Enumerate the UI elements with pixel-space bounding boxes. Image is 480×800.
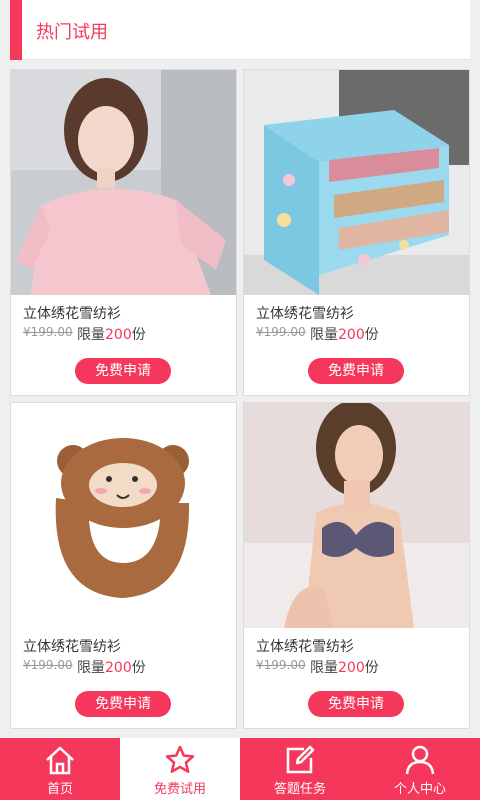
limit-text: 限量200份 — [310, 657, 379, 677]
product-name[interactable]: 立体绣花雪纺衫 — [23, 636, 121, 656]
limit-prefix: 限量 — [77, 660, 105, 676]
limit-text: 限量200份 — [77, 657, 146, 677]
tab-label: 首页 — [46, 782, 73, 797]
person-icon — [405, 745, 435, 775]
page-title: 热门试用 — [36, 22, 108, 43]
star-icon — [165, 745, 195, 773]
tab-quiz-tasks[interactable]: 答题任务 — [240, 738, 360, 800]
product-card[interactable]: 立体绣花雪纺衫 ¥199.00 限量200份 免费申请 — [10, 69, 237, 396]
product-name[interactable]: 立体绣花雪纺衫 — [23, 303, 121, 323]
product-image-storage-drawers[interactable] — [244, 70, 469, 295]
product-image-pink-blouse[interactable] — [11, 70, 236, 295]
limit-suffix: 份 — [364, 327, 379, 343]
limit-number: 200 — [338, 327, 365, 343]
header-accent-bar — [10, 0, 22, 60]
limit-text: 限量200份 — [77, 324, 146, 344]
product-image-lingerie-model[interactable] — [244, 403, 469, 628]
tab-home[interactable]: 首页 — [0, 738, 120, 800]
limit-number: 200 — [105, 660, 132, 676]
free-apply-button[interactable]: 免费申请 — [308, 691, 404, 717]
original-price: ¥199.00 — [23, 658, 73, 672]
limit-prefix: 限量 — [77, 327, 105, 343]
product-image-monkey-neck-pillow[interactable] — [11, 403, 236, 628]
original-price: ¥199.00 — [256, 325, 306, 339]
tab-label: 答题任务 — [273, 782, 326, 797]
limit-suffix: 份 — [364, 660, 379, 676]
limit-text: 限量200份 — [310, 324, 379, 344]
limit-prefix: 限量 — [310, 660, 338, 676]
limit-number: 200 — [105, 327, 132, 343]
limit-number: 200 — [338, 660, 365, 676]
tab-label: 个人中心 — [393, 782, 446, 797]
free-apply-button[interactable]: 免费申请 — [75, 691, 171, 717]
product-name[interactable]: 立体绣花雪纺衫 — [256, 303, 354, 323]
product-name[interactable]: 立体绣花雪纺衫 — [256, 636, 354, 656]
edit-icon — [286, 745, 315, 774]
product-card[interactable]: 立体绣花雪纺衫 ¥199.00 限量200份 免费申请 — [243, 69, 470, 396]
home-icon — [46, 746, 74, 775]
tab-label: 免费试用 — [153, 782, 206, 797]
limit-prefix: 限量 — [310, 327, 338, 343]
free-apply-button[interactable]: 免费申请 — [308, 358, 404, 384]
product-card[interactable]: 立体绣花雪纺衫 ¥199.00 限量200份 免费申请 — [10, 402, 237, 729]
free-apply-button[interactable]: 免费申请 — [75, 358, 171, 384]
original-price: ¥199.00 — [256, 658, 306, 672]
bottom-tab-bar: 首页 免费试用 答题任务 个人中心 — [0, 738, 480, 800]
page-header: 热门试用 — [10, 0, 470, 60]
original-price: ¥199.00 — [23, 325, 73, 339]
limit-suffix: 份 — [131, 327, 146, 343]
product-card[interactable]: 立体绣花雪纺衫 ¥199.00 限量200份 免费申请 — [243, 402, 470, 729]
limit-suffix: 份 — [131, 660, 146, 676]
tab-free-trial[interactable]: 免费试用 — [120, 738, 240, 800]
tab-personal-center[interactable]: 个人中心 — [360, 738, 480, 800]
